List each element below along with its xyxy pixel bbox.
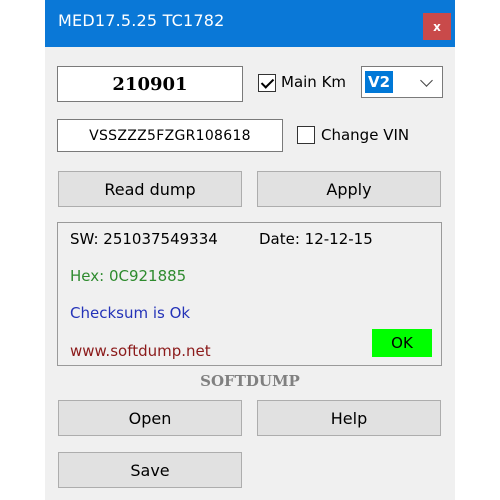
main-km-label: Main Km bbox=[281, 73, 347, 91]
title-bar: MED17.5.25 TC1782 x bbox=[45, 0, 455, 47]
version-select-value: V2 bbox=[365, 71, 394, 93]
change-vin-label: Change VIN bbox=[321, 126, 410, 144]
window-title: MED17.5.25 TC1782 bbox=[58, 11, 225, 30]
version-select[interactable]: V2 bbox=[361, 66, 443, 98]
app-window: MED17.5.25 TC1782 x 210901 Main Km V2 VS… bbox=[45, 0, 455, 500]
info-panel: SW: 251037549334 Date: 12-12-15 Hex: 0C9… bbox=[57, 222, 442, 366]
km-input[interactable]: 210901 bbox=[57, 66, 243, 102]
date-text: Date: 12-12-15 bbox=[259, 230, 373, 248]
website-link[interactable]: www.softdump.net bbox=[70, 342, 211, 360]
change-vin-checkbox[interactable] bbox=[297, 126, 315, 144]
hex-text: Hex: 0C921885 bbox=[70, 267, 187, 285]
save-button[interactable]: Save bbox=[58, 452, 242, 488]
checksum-status: Checksum is Ok bbox=[70, 304, 191, 322]
close-icon: x bbox=[433, 19, 441, 34]
apply-button[interactable]: Apply bbox=[257, 171, 441, 207]
brand-label: SOFTDUMP bbox=[200, 372, 300, 390]
main-km-checkbox[interactable] bbox=[258, 74, 276, 92]
ok-status-badge: OK bbox=[372, 329, 432, 357]
chevron-down-icon bbox=[420, 74, 433, 87]
sw-text: SW: 251037549334 bbox=[70, 230, 218, 248]
close-button[interactable]: x bbox=[423, 13, 451, 40]
vin-input[interactable]: VSSZZZ5FZGR108618 bbox=[57, 119, 283, 152]
help-button[interactable]: Help bbox=[257, 400, 441, 436]
open-button[interactable]: Open bbox=[58, 400, 242, 436]
read-dump-button[interactable]: Read dump bbox=[58, 171, 242, 207]
